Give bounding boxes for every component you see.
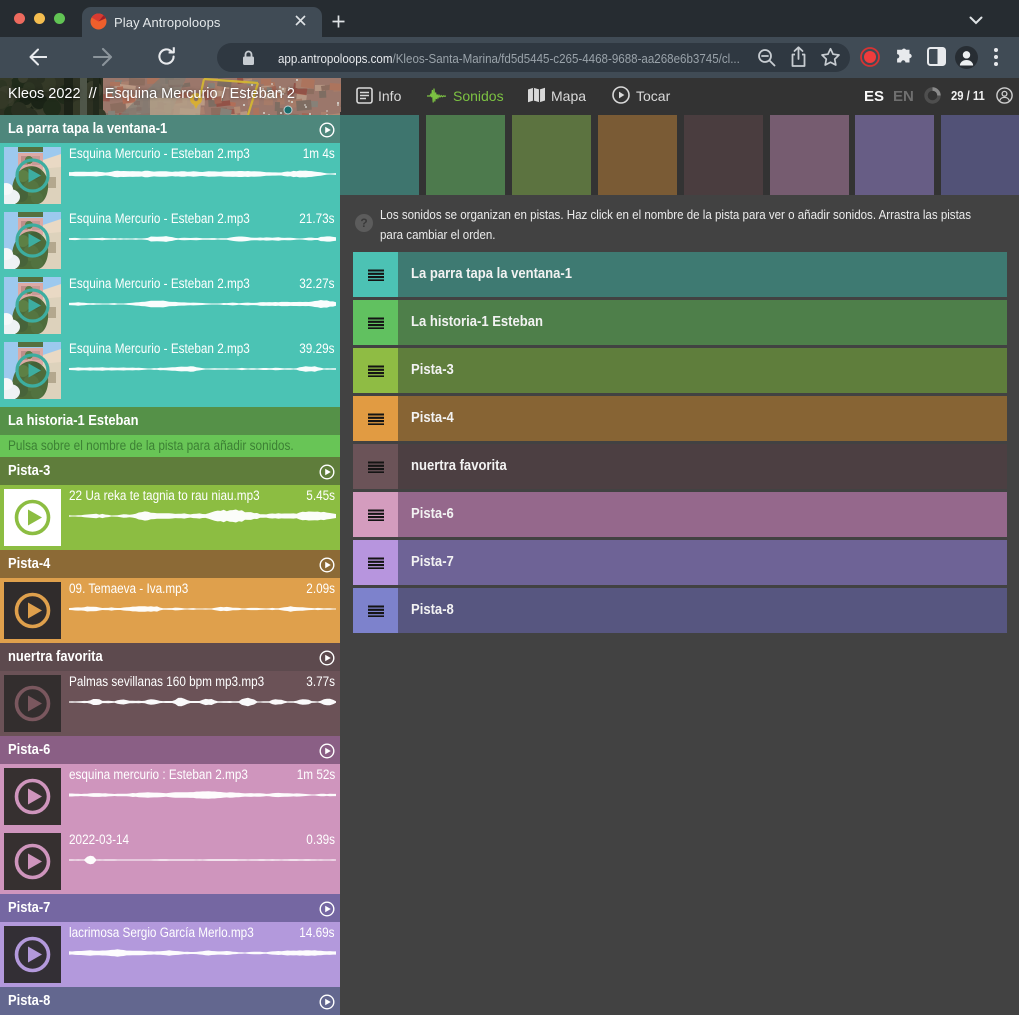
svg-text:?: ? [360,216,367,230]
